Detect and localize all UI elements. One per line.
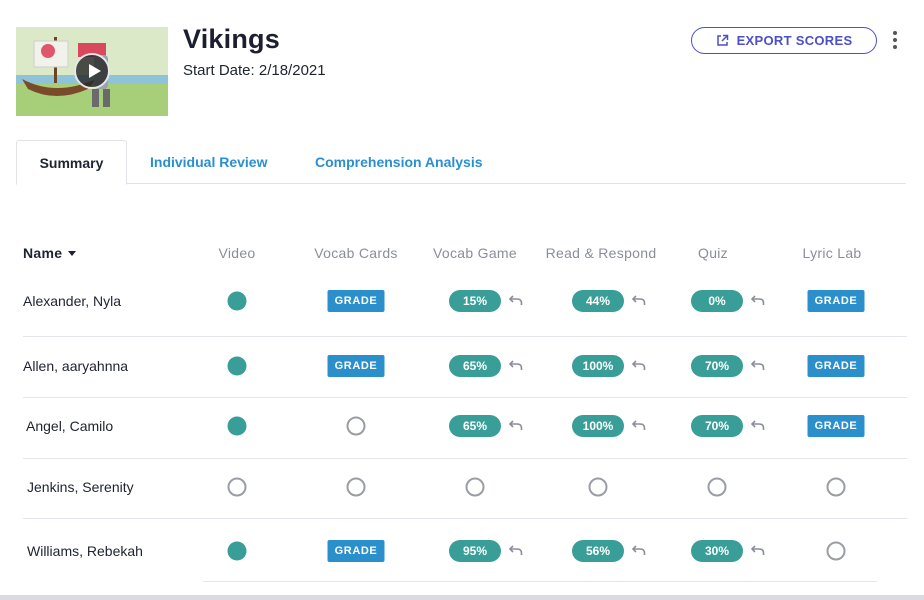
column-header-lyric-lab: Lyric Lab: [802, 245, 862, 261]
undo-icon[interactable]: [632, 360, 646, 372]
export-scores-label: EXPORT SCORES: [736, 33, 853, 48]
cell-read-respond-score: 100%: [572, 415, 646, 437]
video-thumbnail[interactable]: [16, 27, 168, 116]
external-link-icon: [716, 34, 729, 47]
cell-video-complete-icon: [227, 416, 247, 436]
cell-quiz-score: 0%: [691, 290, 765, 312]
cell-read-respond-score: 44%: [572, 290, 646, 312]
student-name[interactable]: Allen, aaryahnna: [23, 358, 128, 374]
cell-vocab-game-score: 95%: [449, 540, 523, 562]
score-pill[interactable]: 15%: [449, 290, 501, 312]
row-divider: [23, 458, 907, 459]
undo-icon[interactable]: [751, 360, 765, 372]
score-pill[interactable]: 65%: [449, 355, 501, 377]
undo-icon[interactable]: [509, 545, 523, 557]
cell-read-respond-score: 100%: [572, 355, 646, 377]
cell-vocab-cards-grade-button[interactable]: GRADE: [327, 540, 385, 562]
cell-lyric-lab-incomplete-icon: [826, 541, 846, 561]
column-header-vocab-game: Vocab Game: [433, 245, 517, 261]
undo-icon[interactable]: [632, 545, 646, 557]
score-pill[interactable]: 70%: [691, 355, 743, 377]
cell-vocab-game-score: 65%: [449, 415, 523, 437]
caret-down-icon: [68, 250, 77, 256]
score-pill[interactable]: 100%: [572, 355, 624, 377]
cell-lyric-lab-grade-button[interactable]: GRADE: [807, 290, 865, 312]
score-pill[interactable]: 44%: [572, 290, 624, 312]
score-pill[interactable]: 56%: [572, 540, 624, 562]
score-pill[interactable]: 70%: [691, 415, 743, 437]
tab-summary[interactable]: Summary: [16, 140, 127, 185]
undo-icon[interactable]: [509, 295, 523, 307]
cell-vocab-game-incomplete-icon: [465, 477, 485, 497]
undo-icon[interactable]: [751, 295, 765, 307]
cell-read-respond-incomplete-icon: [588, 477, 608, 497]
column-header-video: Video: [218, 245, 256, 261]
undo-icon[interactable]: [751, 420, 765, 432]
cell-lyric-lab-grade-button[interactable]: GRADE: [807, 415, 865, 437]
column-header-name[interactable]: Name: [23, 245, 77, 261]
tab-comprehension-analysis[interactable]: Comprehension Analysis: [315, 140, 483, 184]
undo-icon[interactable]: [509, 420, 523, 432]
column-header-vocab-cards: Vocab Cards: [314, 245, 398, 261]
undo-icon[interactable]: [509, 360, 523, 372]
tab-individual-review[interactable]: Individual Review: [150, 140, 267, 184]
cell-video-incomplete-icon: [227, 477, 247, 497]
cell-quiz-score: 70%: [691, 415, 765, 437]
student-name[interactable]: Angel, Camilo: [26, 418, 113, 434]
cell-vocab-game-score: 65%: [449, 355, 523, 377]
cell-quiz-score: 30%: [691, 540, 765, 562]
cell-quiz-score: 70%: [691, 355, 765, 377]
score-pill[interactable]: 0%: [691, 290, 743, 312]
undo-icon[interactable]: [751, 545, 765, 557]
play-icon[interactable]: [74, 53, 110, 89]
row-divider: [23, 397, 907, 398]
row-divider: [23, 336, 907, 337]
more-vertical-icon[interactable]: [892, 31, 898, 51]
page-title: Vikings: [183, 24, 280, 54]
row-divider: [23, 518, 907, 519]
cell-lyric-lab-incomplete-icon: [826, 477, 846, 497]
cell-quiz-incomplete-icon: [707, 477, 727, 497]
undo-icon[interactable]: [632, 295, 646, 307]
cell-vocab-cards-incomplete-icon: [346, 477, 366, 497]
cell-video-complete-icon: [227, 291, 247, 311]
cell-lyric-lab-grade-button[interactable]: GRADE: [807, 355, 865, 377]
student-name[interactable]: Jenkins, Serenity: [27, 479, 134, 495]
cell-vocab-cards-incomplete-icon: [346, 416, 366, 436]
student-name[interactable]: Williams, Rebekah: [27, 543, 143, 559]
start-date: Start Date: 2/18/2021: [183, 62, 326, 79]
cell-vocab-cards-grade-button[interactable]: GRADE: [327, 290, 385, 312]
student-name[interactable]: Alexander, Nyla: [23, 293, 121, 309]
cell-vocab-game-score: 15%: [449, 290, 523, 312]
column-header-read-respond: Read & Respond: [545, 245, 657, 261]
export-scores-button[interactable]: EXPORT SCORES: [691, 27, 877, 54]
horizontal-scrollbar[interactable]: [0, 595, 924, 600]
score-pill[interactable]: 95%: [449, 540, 501, 562]
score-pill[interactable]: 65%: [449, 415, 501, 437]
column-header-name-label: Name: [23, 245, 63, 261]
cell-vocab-cards-grade-button[interactable]: GRADE: [327, 355, 385, 377]
cell-read-respond-score: 56%: [572, 540, 646, 562]
tab-bar: Summary Individual Review Comprehension …: [16, 140, 906, 185]
score-pill[interactable]: 30%: [691, 540, 743, 562]
column-header-quiz: Quiz: [698, 245, 728, 261]
undo-icon[interactable]: [632, 420, 646, 432]
cell-video-complete-icon: [227, 541, 247, 561]
row-divider: [203, 581, 877, 582]
score-pill[interactable]: 100%: [572, 415, 624, 437]
cell-video-complete-icon: [227, 356, 247, 376]
